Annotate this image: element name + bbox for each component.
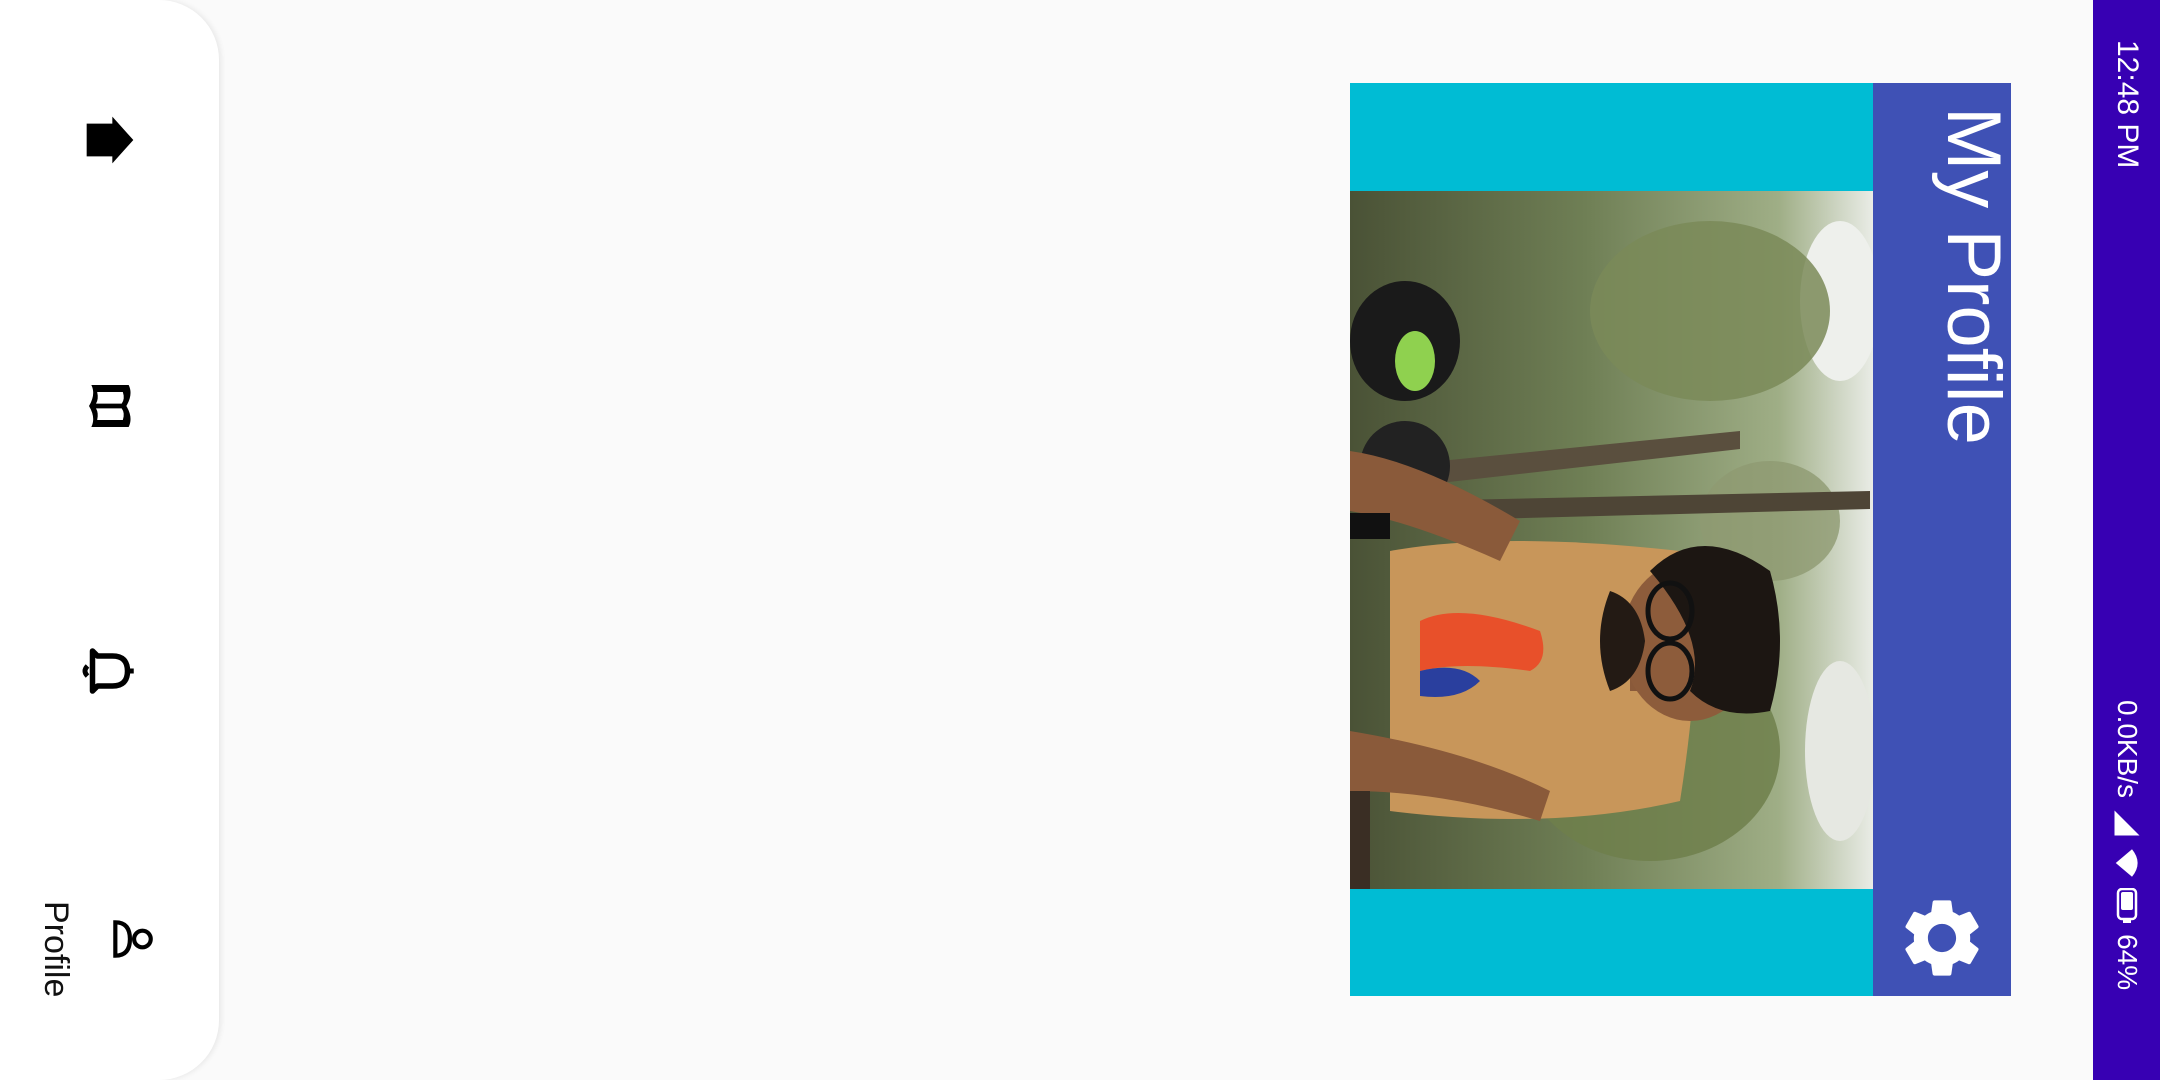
nav-notifications[interactable] — [0, 601, 219, 741]
book-icon — [82, 378, 138, 434]
page-title: My Profile — [1931, 107, 2016, 445]
profile-photo[interactable] — [1350, 191, 1873, 889]
battery-icon — [2116, 888, 2138, 924]
status-time: 12:48 PM — [2111, 40, 2144, 169]
nav-profile-label: Profile — [37, 901, 75, 998]
status-bar: 12:48 PM 0.0KB/s 64% — [2093, 0, 2160, 1080]
home-icon — [82, 112, 138, 168]
network-speed: 0.0KB/s — [2112, 700, 2143, 799]
cover-band-bottom — [1350, 889, 1873, 996]
profile-icon — [107, 914, 157, 964]
nav-profile-content: Profile — [0, 866, 219, 1006]
bell-icon — [80, 641, 140, 701]
settings-button[interactable] — [1895, 891, 1989, 985]
profile-header: My Profile — [1873, 83, 2016, 996]
cover-band-top — [1350, 83, 1873, 191]
profile-photo-image — [1350, 191, 1873, 889]
screen: Profile My Profile 12:48 PM 0.0KB/s 64% — [0, 0, 2160, 1080]
wifi-icon — [2112, 848, 2142, 878]
bottom-navigation: Profile — [0, 0, 219, 1080]
gear-icon — [1895, 900, 1989, 989]
status-indicators: 0.0KB/s 64% — [2105, 700, 2149, 990]
nav-book[interactable] — [0, 336, 219, 476]
signal-icon — [2112, 808, 2142, 838]
profile-card: My Profile — [1350, 83, 2016, 996]
nav-home[interactable] — [0, 70, 219, 210]
battery-percent: 64% — [2112, 934, 2143, 991]
nav-profile[interactable]: Profile — [0, 866, 219, 1006]
